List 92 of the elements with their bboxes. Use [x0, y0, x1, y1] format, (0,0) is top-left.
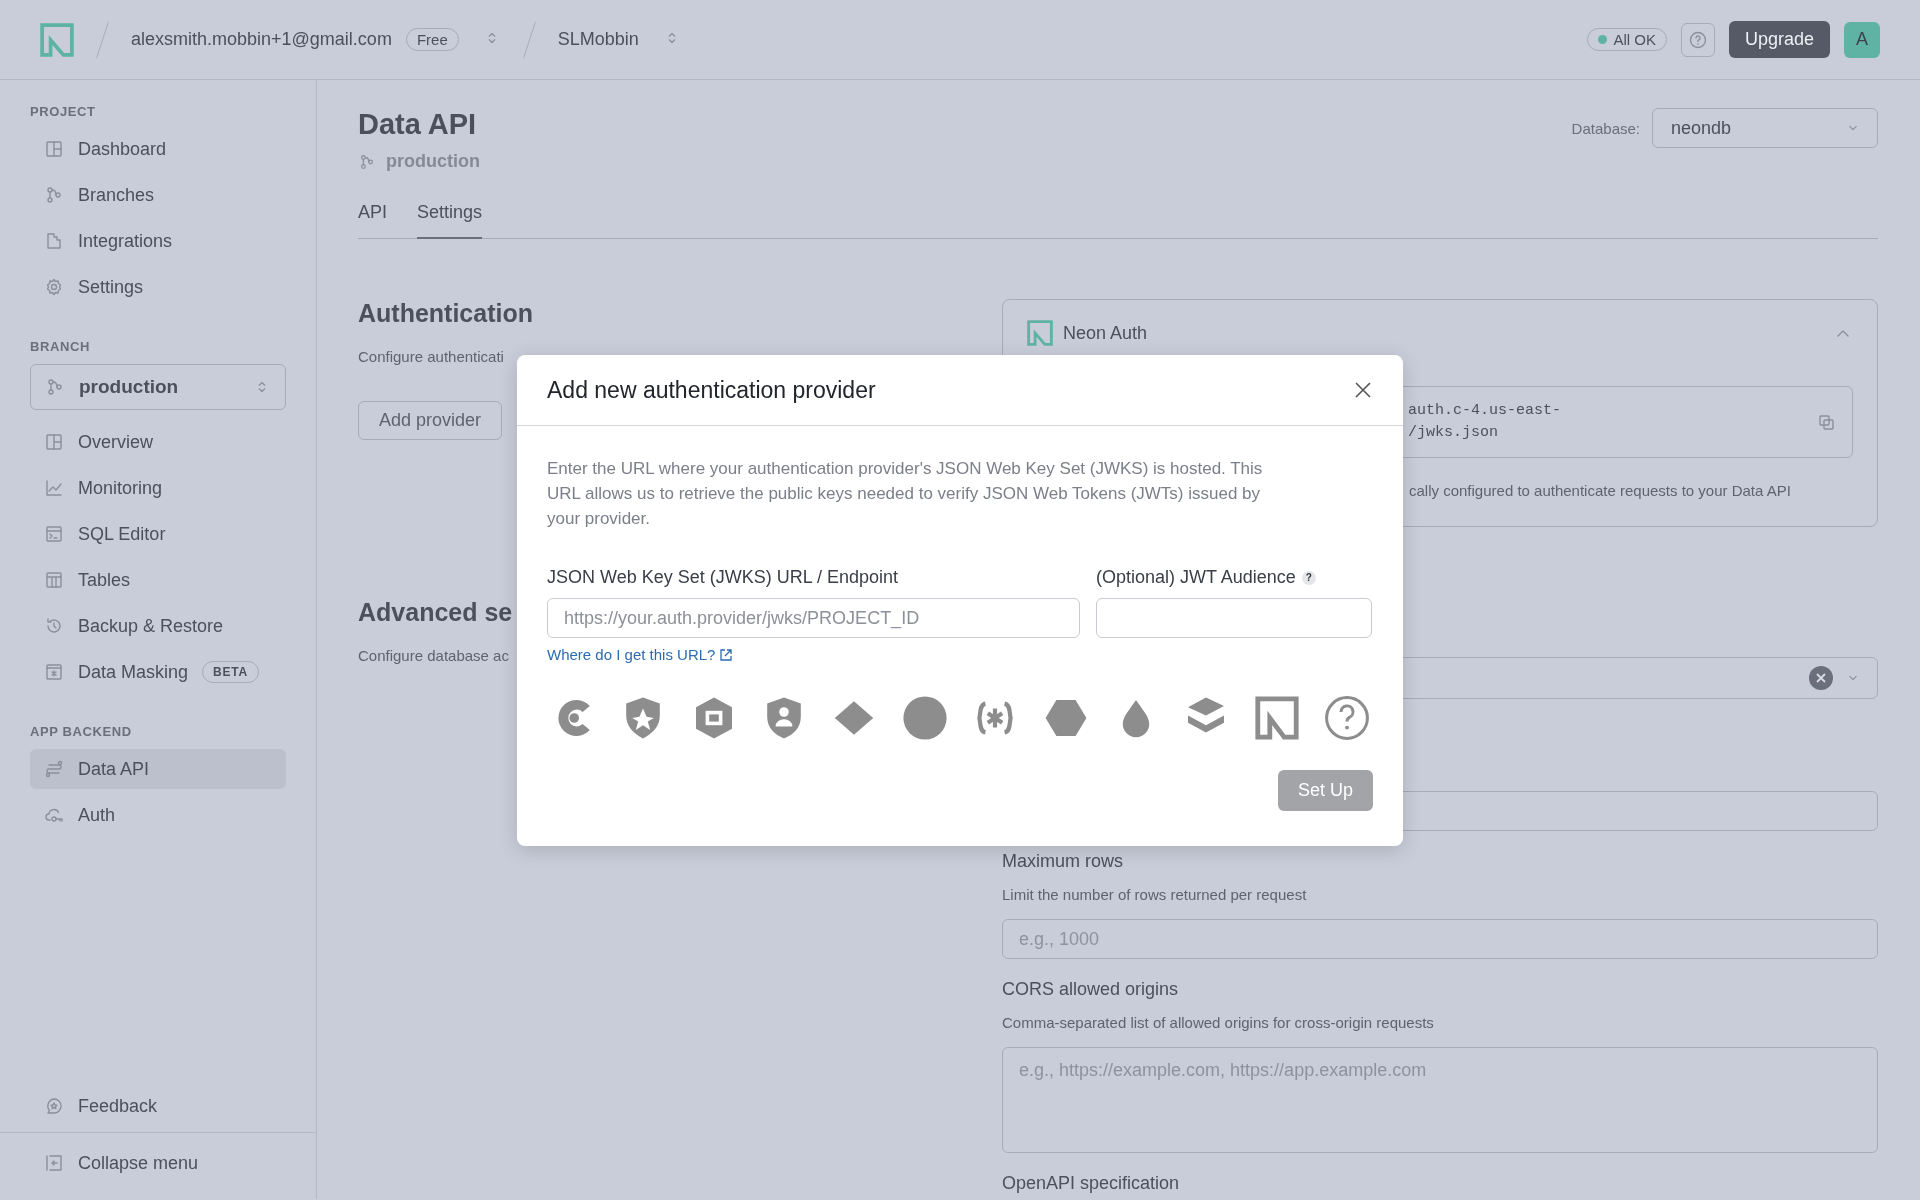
masked-icon [44, 662, 64, 682]
feedback-icon [44, 1096, 64, 1116]
sidebar-label: Integrations [78, 230, 173, 252]
input-field[interactable]: e.g., 1000 [1002, 919, 1878, 959]
logo-icon [1027, 320, 1053, 346]
sidebar-label: SQL Editor [78, 523, 166, 545]
sidebar-item[interactable]: Monitoring [30, 468, 286, 508]
project-name[interactable]: SLMobbin [557, 29, 639, 50]
field-label: JSON Web Key Set (JWKS) URL / Endpoint [547, 567, 899, 588]
section-description: Configure authenticati [358, 348, 504, 365]
sidebar-item[interactable]: Backup & Restore [30, 606, 286, 646]
collapse-icon [44, 1153, 64, 1173]
sidebar-item[interactable]: Data API [30, 749, 286, 789]
sidebar-item[interactable]: Feedback [30, 1086, 286, 1126]
external-link-icon [719, 647, 734, 662]
field-description: Comma-separated list of allowed origins for cross-origin requests [1002, 1014, 1435, 1031]
sidebar-item[interactable]: Tables [30, 560, 286, 600]
sidebar-label: Data Masking [78, 661, 189, 683]
sidebar-item[interactable]: Settings [30, 267, 286, 307]
section-heading: BRANCH [30, 339, 91, 354]
dashboard-icon [44, 139, 64, 159]
sidebar-item[interactable]: SQL Editor [30, 514, 286, 554]
logo-icon [40, 22, 74, 57]
avatar[interactable]: A [1844, 21, 1880, 58]
field-label: CORS allowed origins [1002, 979, 1180, 1000]
sidebar-item[interactable]: Data Masking BETA [30, 652, 286, 692]
database-select[interactable]: neondb [1652, 108, 1878, 148]
section-heading: APP BACKEND [30, 724, 133, 739]
sidebar-label: Feedback [78, 1095, 158, 1117]
circle-icon[interactable] [900, 694, 949, 742]
history-icon [44, 616, 64, 636]
table-icon [44, 570, 64, 590]
sidebar-label: Dashboard [78, 138, 167, 160]
field-label: OpenAPI specification [1002, 1173, 1181, 1194]
sidebar-label: Collapse menu [78, 1152, 199, 1174]
sidebar-label: Backup & Restore [78, 615, 224, 637]
sidebar-label: Branches [78, 184, 155, 206]
sidebar-label: Tables [78, 569, 131, 591]
textarea-field[interactable]: e.g., https://example.com, https://app.example.com [1002, 1047, 1878, 1153]
sidebar-item[interactable]: Dashboard [30, 129, 286, 169]
square-notch-icon[interactable] [1252, 694, 1301, 742]
account-email[interactable]: alexsmith.mobbin+1@gmail.com [131, 29, 392, 50]
help-button[interactable] [1680, 22, 1715, 57]
gear-icon [44, 277, 64, 297]
sidebar-label: Monitoring [78, 477, 163, 499]
field-label: Maximum rows [1002, 851, 1124, 872]
copy-icon [1816, 412, 1836, 432]
sidebar-item[interactable]: Auth [30, 795, 286, 835]
section-heading: Advanced se [358, 598, 513, 627]
upgrade-button[interactable]: Upgrade [1728, 21, 1830, 58]
add-provider-button[interactable]: Add provider [358, 401, 503, 440]
sidebar-label: Overview [78, 431, 153, 453]
help-badge[interactable]: ? [1301, 570, 1316, 585]
url-text: /jwks.json [1408, 423, 1499, 443]
card-note: cally configured to authenticate requests to your Data API [1409, 482, 1791, 499]
branch-name: production [386, 151, 480, 172]
sidebar-item[interactable]: Collapse menu [30, 1143, 286, 1183]
input-field[interactable] [1096, 598, 1372, 638]
sidebar-label: Auth [78, 804, 116, 826]
puzzle-icon [44, 231, 64, 251]
field-label: (Optional) JWT Audience [1096, 567, 1296, 588]
help-link[interactable]: Where do I get this URL? [547, 646, 734, 663]
page-title: Data API [358, 108, 478, 141]
chart-icon [44, 478, 64, 498]
sidebar-item[interactable]: Overview [30, 422, 286, 462]
branch-selector[interactable]: production [30, 364, 286, 410]
input-field[interactable]: https://your.auth.provider/jwks/PROJECT_ID [547, 598, 1080, 638]
sidebar-item[interactable]: Branches [30, 175, 286, 215]
database-label: Database: [1571, 119, 1640, 137]
dialog-description: Enter the URL where your authentication provider's JSON Web Key Set (JWKS) is hosted. This URL allows us to retrieve the public keys needed to verify JSON Web Tokens (JWTs) issued by your provider. [547, 458, 1264, 530]
field-description: Limit the number of rows returned per request [1002, 886, 1308, 903]
api-icon [44, 759, 64, 779]
help-icon [1687, 29, 1708, 50]
section-heading: Authentication [358, 299, 533, 328]
section-heading: PROJECT [30, 104, 97, 119]
clear-icon[interactable] [1809, 666, 1833, 690]
close-icon[interactable] [1353, 380, 1373, 400]
sidebar-label: Settings [78, 276, 144, 298]
url-text: auth.c-4.us-east- [1408, 401, 1563, 421]
terminal-icon [44, 524, 64, 544]
card-title: Neon Auth [1063, 322, 1149, 344]
section-description: Configure database ac [358, 647, 509, 664]
branch-icon [44, 185, 64, 205]
sidebar-item[interactable]: Integrations [30, 221, 286, 261]
sidebar-label: Data API [78, 758, 150, 780]
dashboard-icon [44, 432, 64, 452]
tab[interactable]: API [358, 194, 387, 239]
dialog-title: Add new authentication provider [547, 376, 876, 404]
branch-icon [358, 152, 376, 171]
branch-icon [45, 377, 65, 397]
tab[interactable]: Settings [417, 194, 483, 239]
help-icon[interactable] [1322, 694, 1371, 742]
